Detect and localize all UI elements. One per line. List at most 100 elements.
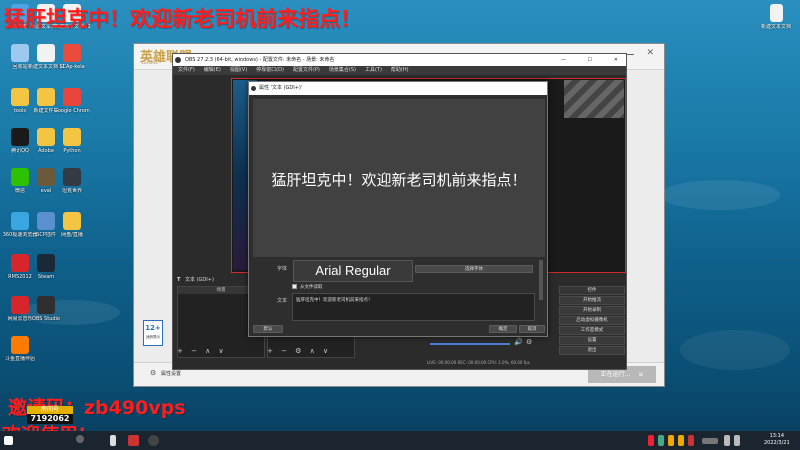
close-icon[interactable]: ✕ (646, 49, 654, 58)
control-button[interactable]: 退出 (559, 346, 625, 355)
desktop-icon-label: SCAp-kela (59, 64, 85, 70)
desktop-app-icon (11, 254, 29, 272)
select-font-button[interactable]: 选择字体 (415, 265, 533, 273)
dialog-titlebar: 属性 '文本 (GDI+)' (249, 82, 547, 95)
preview-hatch (564, 80, 624, 118)
desktop-app-icon (37, 296, 55, 314)
desktop-icon[interactable]: 网盘/直播 (54, 212, 90, 238)
age-rating-sub: 适龄提示 (146, 335, 160, 339)
volume-icon[interactable] (734, 435, 740, 446)
desktop-icon-label: Python (63, 148, 81, 154)
desktop-icon-right[interactable]: 新建文本文档 (758, 4, 794, 30)
taskbar-app-2-icon[interactable] (128, 435, 139, 446)
volume-slider[interactable] (430, 343, 510, 345)
source-toolbar[interactable]: + − ⚙ ∧ ∨ (267, 347, 331, 355)
clock-date: 2022/3/21 (764, 440, 790, 446)
tray-app-2-icon[interactable] (658, 435, 664, 446)
control-button[interactable]: 工作室模式 (559, 326, 625, 335)
obs-menu-item[interactable]: 停靠窗口(D) (256, 67, 284, 73)
room-badge-label: 房间号 (27, 406, 73, 414)
tray-app-6-icon[interactable] (702, 438, 718, 444)
obs-maximize-icon[interactable]: ☐ (588, 54, 592, 66)
desktop-icon-label: 新建文本文档 (760, 24, 791, 30)
desktop-icon[interactable]: Python (54, 128, 90, 154)
font-label: 字体 (277, 266, 288, 272)
age-rating-badge: 12+ 适龄提示 (143, 320, 163, 346)
from-file-checkbox[interactable] (292, 284, 297, 289)
obs-menu-item[interactable]: 配置文件(P) (293, 67, 320, 73)
run-button-label: 正在运行... (600, 371, 631, 378)
launcher-settings-label[interactable]: 属性设置 (161, 370, 181, 377)
desktop-icon[interactable]: 坦克世界 (54, 168, 90, 194)
obs-menu-item[interactable]: 工具(T) (365, 67, 382, 73)
start-icon[interactable] (4, 436, 13, 445)
desktop-icon[interactable]: Steam (28, 254, 64, 280)
desktop-app-icon (11, 296, 29, 314)
cancel-button[interactable]: 取消 (519, 325, 545, 333)
tray-app-1-icon[interactable] (648, 435, 654, 446)
obs-close-icon[interactable]: ✕ (614, 54, 618, 66)
desktop-icon[interactable]: 斗鱼直播伴侣 (2, 336, 38, 362)
text-input[interactable]: 猛肝坦克中！欢迎新老司机前来指点！ (292, 293, 535, 321)
room-badge-number: 7192062 (27, 414, 73, 424)
obs-menu-item[interactable]: 帮助(H) (391, 67, 409, 73)
desktop-app-icon (63, 44, 81, 62)
network-icon[interactable] (724, 435, 730, 446)
obs-minimize-icon[interactable]: — (561, 54, 566, 66)
dialog-obs-icon (251, 86, 256, 91)
defaults-button[interactable]: 默认 (253, 325, 283, 333)
obs-menu-item[interactable]: 视图(V) (230, 67, 247, 73)
age-rating-value: 12+ (145, 324, 161, 332)
desktop-icon[interactable]: Google Chrome (54, 88, 90, 114)
obs-taskbar-icon[interactable] (148, 435, 159, 446)
dialog-scrollbar[interactable] (539, 260, 543, 300)
control-button[interactable]: 启动虚拟摄像机 (559, 316, 625, 325)
stream-banner-text: 猛肝坦克中！欢迎新老司机前来指点！ (4, 7, 361, 31)
controls-header: 控件 (559, 286, 625, 295)
control-button[interactable]: 开始录制 (559, 306, 625, 315)
obs-titlebar: OBS 27.2.3 (64-bit, windows) - 配置文件: 未命名… (173, 54, 626, 66)
desktop-icon-label: Steam (37, 274, 55, 280)
document-icon (769, 4, 783, 22)
desktop-icon-label: Google Chrome (54, 108, 90, 114)
tray-app-4-icon[interactable] (678, 435, 684, 446)
desktop-app-icon (11, 336, 29, 354)
desktop-app-icon (63, 168, 81, 186)
desktop-icon-label: 斗鱼直播伴侣 (4, 356, 35, 362)
desktop-app-icon (11, 44, 29, 62)
desktop-icon[interactable]: OBS Studio (28, 296, 64, 322)
desktop-app-icon (37, 212, 55, 230)
desktop-icon-label: 网盘/直播 (61, 232, 83, 238)
mixer-gear-icon[interactable]: ⚙ (526, 338, 532, 346)
audio-mixer[interactable]: 🔊 ⚙ (428, 338, 538, 350)
desktop-app-icon (37, 88, 55, 106)
desktop-icon[interactable]: SCAp-kela (54, 44, 90, 70)
search-icon[interactable] (76, 435, 84, 443)
obs-menu-item[interactable]: 文件(F) (178, 67, 195, 73)
obs-menu-item[interactable]: 编辑(E) (204, 67, 221, 73)
clock-time: 13:14 (769, 433, 785, 439)
properties-dialog[interactable]: 属性 '文本 (GDI+)' 猛肝坦克中！欢迎新老司机前来指点！ 字体 Aria… (248, 81, 548, 337)
scene-toolbar[interactable]: + − ∧ ∨ (177, 347, 227, 355)
settings-icon[interactable]: ⚙ (150, 369, 156, 377)
from-file-label: 从文件读取 (300, 285, 323, 290)
dialog-text-preview: 猛肝坦克中！欢迎新老司机前来指点！ (253, 99, 545, 257)
taskbar-app-1-icon[interactable] (110, 435, 116, 446)
ok-button[interactable]: 确定 (489, 325, 517, 333)
obs-menu-item[interactable]: 场景集合(S) (329, 67, 356, 73)
desktop-icon-label: OBS Studio (32, 316, 60, 322)
desktop-app-icon (37, 128, 55, 146)
desktop-app-icon (11, 88, 29, 106)
preview-text: 猛肝坦克中！欢迎新老司机前来指点！ (271, 171, 527, 189)
clock[interactable]: 13:14 2022/3/21 (764, 433, 790, 447)
speaker-icon[interactable]: 🔊 (514, 338, 523, 346)
control-button[interactable]: 设置 (559, 336, 625, 345)
minimize-icon[interactable] (627, 54, 634, 55)
source-name-row[interactable]: T 文本 (GDI+) (177, 276, 214, 283)
tray-app-5-icon[interactable] (688, 435, 694, 446)
obs-menubar: 文件(F) 编辑(E) 视图(V) 停靠窗口(D) 配置文件(P) 场景集合(S) 工具(T… (173, 66, 626, 75)
tray-app-3-icon[interactable] (668, 435, 674, 446)
menu-icon: ≡ (638, 371, 644, 378)
control-button[interactable]: 开始推流 (559, 296, 625, 305)
desktop-app-icon (11, 128, 29, 146)
